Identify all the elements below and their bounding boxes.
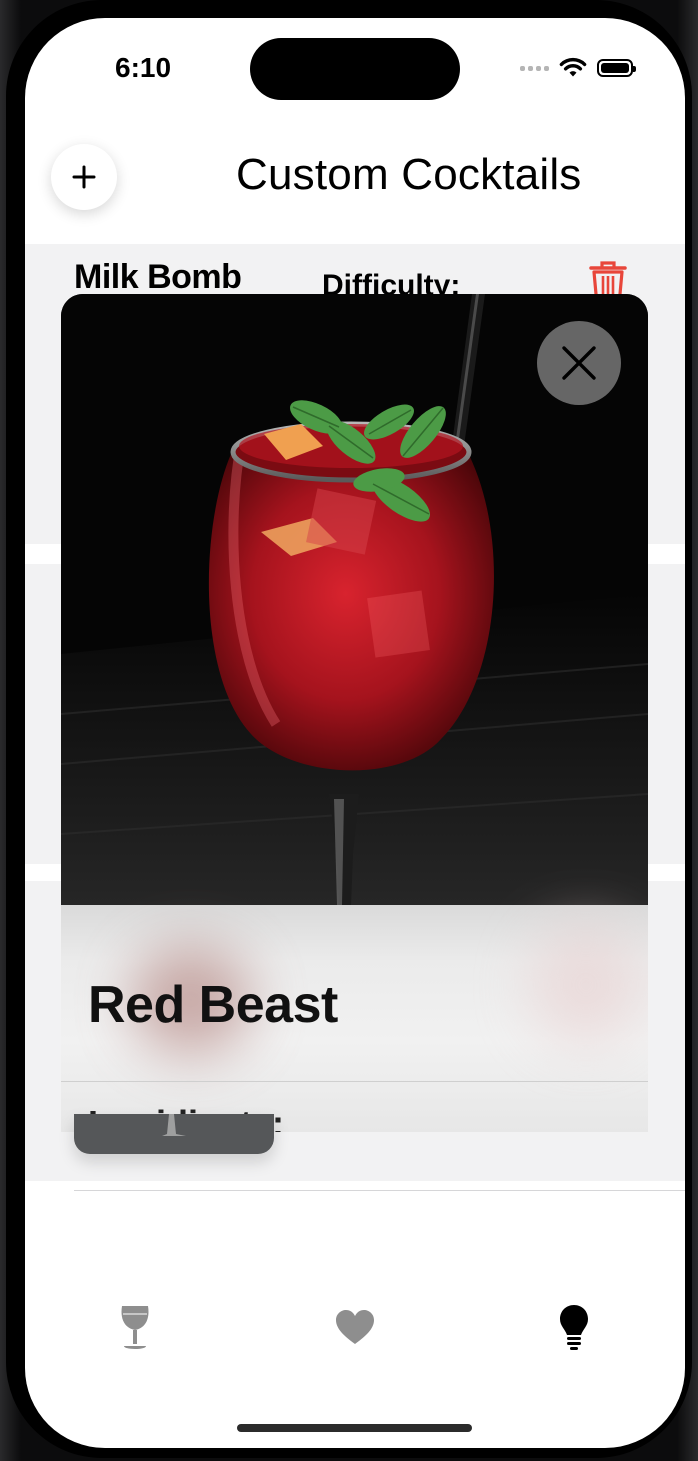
glass-stem-peek: [162, 1114, 186, 1136]
tab-bar: [25, 1298, 685, 1378]
cocktail-name: Milk Bomb: [74, 258, 242, 296]
wifi-icon: [559, 57, 587, 77]
wine-glass-icon: [121, 1306, 149, 1349]
cocktail-title: Red Beast: [88, 976, 338, 1034]
lightbulb-icon: [560, 1305, 588, 1350]
battery-icon: [597, 59, 636, 77]
tab-favorites[interactable]: [325, 1298, 385, 1358]
detail-info-panel: Red Beast Ingridients:: [61, 905, 648, 1132]
home-indicator[interactable]: [237, 1424, 472, 1432]
status-time: 6:10: [115, 52, 172, 83]
device-bezel: 6:10 Custom Cocktails Milk Bomb Difficul…: [6, 0, 692, 1458]
tab-cocktails[interactable]: [105, 1298, 165, 1358]
blur-decor: [531, 925, 641, 1045]
cellular-icon: [520, 65, 549, 71]
device-frame: 6:10 Custom Cocktails Milk Bomb Difficul…: [0, 0, 698, 1461]
page-title: Custom Cocktails: [236, 150, 582, 199]
card-peek: [74, 1114, 274, 1154]
heart-icon: [336, 1310, 374, 1344]
plus-icon: [72, 165, 96, 189]
info-divider: [61, 1081, 648, 1082]
add-cocktail-button[interactable]: [51, 144, 117, 210]
status-indicators: [520, 56, 636, 80]
tab-custom[interactable]: [544, 1298, 604, 1358]
app-screen: 6:10 Custom Cocktails Milk Bomb Difficul…: [25, 18, 685, 1448]
dynamic-island: [250, 38, 460, 100]
close-button[interactable]: [537, 321, 621, 405]
cocktail-detail-card: Red Beast Ingridients:: [61, 294, 648, 1132]
close-icon: [562, 346, 596, 380]
list-divider: [74, 1190, 685, 1191]
